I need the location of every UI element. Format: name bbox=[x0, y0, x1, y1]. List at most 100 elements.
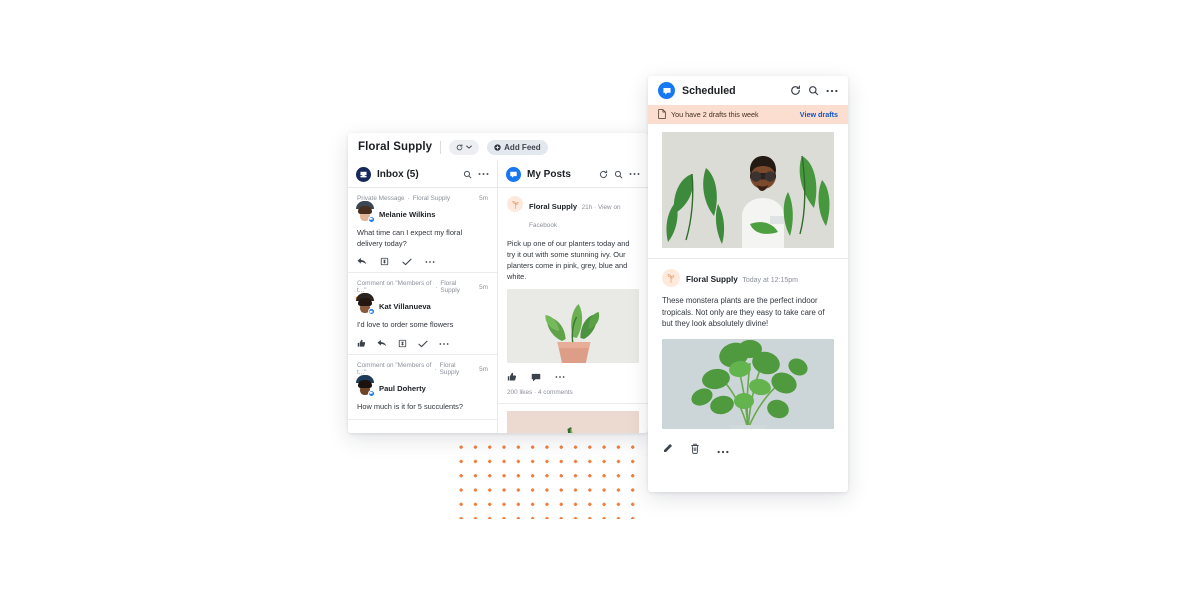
inbox-window: Floral Supply Add Feed Inbox (5) Private… bbox=[348, 133, 648, 433]
meta-dot: · bbox=[407, 195, 410, 202]
more-horizontal-icon[interactable] bbox=[629, 172, 640, 176]
avatar bbox=[356, 375, 375, 398]
facebook-badge-icon bbox=[367, 215, 375, 223]
inbox-item-actions bbox=[357, 257, 488, 266]
scheduled-header: Scheduled bbox=[648, 76, 848, 105]
inbox-item-type: Comment on "Members of t..." bbox=[357, 280, 432, 295]
more-horizontal-icon[interactable] bbox=[826, 89, 838, 93]
more-horizontal-icon[interactable] bbox=[478, 172, 489, 176]
meta-dot: · bbox=[434, 365, 437, 373]
my-posts-pane-header: My Posts bbox=[498, 161, 648, 188]
post-identity: Floral Supply 21h · View on Facebook bbox=[529, 196, 639, 232]
palm-leaf-photo bbox=[507, 411, 639, 433]
post-author: Floral Supply bbox=[529, 202, 578, 211]
post-card[interactable] bbox=[498, 404, 648, 433]
brand-avatar bbox=[662, 269, 680, 287]
post-likes: 200 likes bbox=[507, 389, 533, 397]
messenger-icon bbox=[506, 166, 521, 182]
scheduled-window: Scheduled You have 2 drafts this week Vi… bbox=[648, 76, 848, 492]
inbox-item-sender: Paul Doherty bbox=[379, 383, 426, 393]
workspace-title: Floral Supply bbox=[358, 141, 433, 153]
brand-avatar bbox=[507, 196, 523, 212]
add-feed-button[interactable]: Add Feed bbox=[487, 139, 548, 155]
drafts-banner-text: You have 2 drafts this week bbox=[671, 110, 759, 119]
toolbar-divider bbox=[440, 140, 442, 154]
reply-icon[interactable] bbox=[357, 257, 367, 266]
search-icon[interactable] bbox=[808, 85, 819, 96]
scheduled-title: Scheduled bbox=[682, 84, 736, 97]
inbox-item-meta: Comment on "Members of t..." · Floral Su… bbox=[357, 362, 488, 376]
edit-icon[interactable] bbox=[662, 441, 673, 459]
stats-dot: · bbox=[534, 389, 537, 397]
screen: Floral Supply Add Feed Inbox (5) Private… bbox=[0, 0, 1200, 600]
inbox-item-sender: Kat Villanueva bbox=[379, 301, 431, 311]
more-horizontal-icon[interactable] bbox=[555, 375, 565, 379]
panes-container: Inbox (5) Private Message · Floral Suppl… bbox=[348, 161, 648, 433]
inbox-item-message: What time can I expect my floral deliver… bbox=[357, 228, 463, 248]
avatar bbox=[356, 201, 375, 223]
archive-icon[interactable] bbox=[380, 257, 389, 266]
meta-dot: · bbox=[435, 283, 438, 291]
more-horizontal-icon[interactable] bbox=[717, 441, 729, 459]
more-horizontal-icon[interactable] bbox=[425, 260, 435, 264]
refresh-icon bbox=[456, 143, 463, 151]
facebook-badge-icon bbox=[367, 389, 375, 398]
messenger-icon bbox=[658, 82, 675, 99]
post-header: Floral Supply 21h · View on Facebook bbox=[507, 196, 639, 232]
inbox-item-message: How much is it for 5 succulents? bbox=[357, 402, 463, 412]
chevron-down-icon bbox=[466, 145, 473, 149]
reply-icon[interactable] bbox=[377, 339, 387, 348]
inbox-pane-header: Inbox (5) bbox=[348, 161, 497, 188]
post-card[interactable]: Floral Supply 21h · View on Facebook Pic… bbox=[498, 188, 648, 405]
refresh-icon[interactable] bbox=[790, 85, 801, 96]
post-meta-dot: · bbox=[594, 204, 597, 211]
comment-icon[interactable] bbox=[531, 373, 541, 382]
check-icon[interactable] bbox=[402, 258, 412, 266]
archive-icon[interactable] bbox=[398, 339, 407, 348]
hero-image bbox=[662, 132, 834, 248]
like-icon[interactable] bbox=[357, 339, 366, 348]
like-icon[interactable] bbox=[507, 372, 517, 382]
check-icon[interactable] bbox=[418, 340, 428, 348]
potted-ivy-photo bbox=[507, 289, 639, 364]
post-time: 21h bbox=[581, 204, 593, 211]
scheduled-post-image bbox=[662, 339, 834, 430]
my-posts-pane-title: My Posts bbox=[527, 168, 571, 180]
post-comments: 4 comments bbox=[537, 389, 573, 397]
inbox-item-actions bbox=[357, 339, 488, 348]
inbox-pane: Inbox (5) Private Message · Floral Suppl… bbox=[348, 161, 498, 433]
inbox-item[interactable]: Comment on "Members of t..." · Floral Su… bbox=[348, 355, 497, 420]
scheduled-post[interactable]: Floral Supply Today at 12:15pm These mon… bbox=[648, 259, 848, 430]
drafts-banner: You have 2 drafts this week View drafts bbox=[648, 105, 848, 124]
search-icon[interactable] bbox=[463, 170, 472, 179]
facebook-badge-icon bbox=[367, 307, 375, 316]
inbox-item[interactable]: Private Message · Floral Supply 5m Melan… bbox=[348, 188, 497, 274]
dot-grid-decoration bbox=[452, 437, 638, 519]
inbox-item-sender-row: Melanie Wilkins bbox=[356, 201, 488, 223]
plus-circle-icon bbox=[494, 143, 501, 151]
post-image bbox=[507, 411, 639, 433]
inbox-item-sender-row: Paul Doherty bbox=[356, 375, 488, 398]
search-icon[interactable] bbox=[614, 170, 623, 179]
view-drafts-link[interactable]: View drafts bbox=[800, 110, 838, 119]
document-icon bbox=[658, 106, 666, 124]
delete-icon[interactable] bbox=[690, 441, 700, 459]
inbox-item[interactable]: Comment on "Members of t..." · Floral Su… bbox=[348, 273, 497, 356]
scheduled-post-actions bbox=[648, 429, 848, 472]
inbox-item-sender: Melanie Wilkins bbox=[379, 209, 436, 219]
post-body: Pick up one of our planters today and tr… bbox=[507, 239, 630, 282]
inbox-item-type: Comment on "Members of t..." bbox=[357, 362, 432, 377]
monstera-plant-photo bbox=[662, 339, 834, 430]
scheduled-post-body: These monstera plants are the perfect in… bbox=[662, 296, 825, 329]
post-stats: 200 likes · 4 comments bbox=[507, 389, 639, 396]
my-posts-pane: My Posts Floral Supply 21h · View on Fac… bbox=[498, 161, 648, 433]
inbox-item-source: Floral Supply bbox=[439, 362, 460, 377]
inbox-item-meta: Private Message · Floral Supply 5m bbox=[357, 195, 488, 202]
refresh-icon[interactable] bbox=[599, 169, 608, 179]
refresh-button[interactable] bbox=[449, 139, 480, 155]
more-horizontal-icon[interactable] bbox=[439, 342, 449, 346]
add-feed-label: Add Feed bbox=[504, 142, 541, 152]
avatar bbox=[356, 293, 375, 316]
workspace-toolbar: Floral Supply Add Feed bbox=[348, 133, 648, 161]
inbox-icon bbox=[356, 166, 371, 182]
